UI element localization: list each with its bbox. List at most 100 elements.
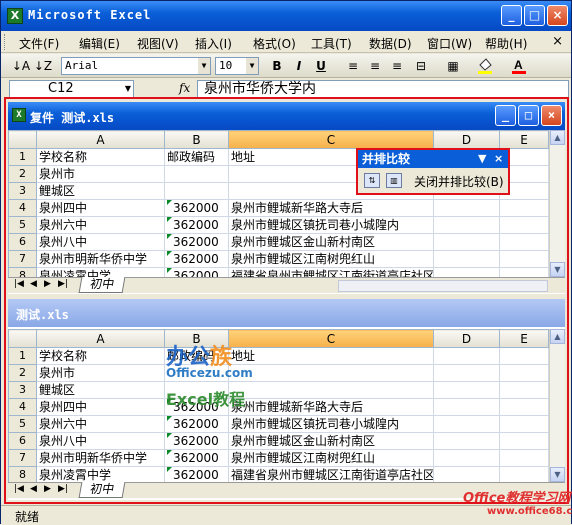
- italic-button[interactable]: I: [291, 57, 307, 75]
- row-header[interactable]: 4: [8, 199, 37, 217]
- borders-icon[interactable]: ▦: [445, 57, 461, 75]
- cell-d[interactable]: [433, 347, 500, 365]
- cell-e[interactable]: [499, 199, 549, 217]
- formula-input[interactable]: 泉州市华侨大学内: [197, 80, 569, 98]
- row-header[interactable]: 7: [8, 449, 37, 467]
- cell-b[interactable]: 362000: [164, 432, 229, 450]
- prev-sheet-icon[interactable]: ◀: [30, 279, 37, 289]
- menu-format[interactable]: 格式(O): [253, 35, 296, 52]
- first-sheet-icon[interactable]: |◀: [14, 279, 24, 289]
- cell-b[interactable]: 邮政编码: [164, 148, 229, 166]
- cell-d[interactable]: [433, 364, 500, 382]
- cell-c[interactable]: 泉州市鲤城区金山新村南区: [228, 233, 434, 251]
- column-header-a[interactable]: A: [36, 130, 165, 149]
- scroll-down-icon[interactable]: ▼: [550, 262, 565, 277]
- cell-c[interactable]: [228, 381, 434, 399]
- cell-c[interactable]: [228, 364, 434, 382]
- row-header[interactable]: 5: [8, 415, 37, 433]
- select-all-corner[interactable]: [8, 329, 37, 348]
- cell-d[interactable]: [433, 250, 500, 268]
- menu-insert[interactable]: 插入(I): [195, 35, 232, 52]
- synchronous-scroll-icon[interactable]: ⇅: [364, 173, 380, 188]
- cell-b[interactable]: 362000: [164, 216, 229, 234]
- column-header-e[interactable]: E: [499, 130, 549, 149]
- cell-c[interactable]: 泉州市鲤城区江南树兜红山: [228, 250, 434, 268]
- cell-a[interactable]: 泉州市: [36, 165, 165, 183]
- horizontal-scrollbar[interactable]: [338, 280, 548, 292]
- menu-view[interactable]: 视图(V): [137, 35, 179, 52]
- cell-e[interactable]: [499, 398, 549, 416]
- next-sheet-icon[interactable]: ▶: [44, 484, 51, 494]
- cell-e[interactable]: [499, 449, 549, 467]
- menu-close-icon[interactable]: ×: [552, 34, 563, 49]
- row-header[interactable]: 6: [8, 233, 37, 251]
- cell-e[interactable]: [499, 216, 549, 234]
- fx-icon[interactable]: fx: [179, 81, 190, 95]
- cell-a[interactable]: 鲤城区: [36, 381, 165, 399]
- cell-c[interactable]: 福建省泉州市鲤城区江南街道亭店社区凌霄路321号: [228, 466, 434, 484]
- cell-d[interactable]: [433, 199, 500, 217]
- cell-a[interactable]: 鲤城区: [36, 182, 165, 200]
- cell-c[interactable]: 地址: [228, 347, 434, 365]
- fill-color-icon[interactable]: [477, 57, 493, 75]
- row-header[interactable]: 2: [8, 165, 37, 183]
- cell-c[interactable]: 泉州市鲤城区镇抚司巷小城隍内: [228, 415, 434, 433]
- next-sheet-icon[interactable]: ▶: [44, 279, 51, 289]
- cell-e[interactable]: [499, 347, 549, 365]
- cell-b[interactable]: 362000: [164, 466, 229, 484]
- cell-a[interactable]: 泉州市: [36, 364, 165, 382]
- name-box[interactable]: C12 ▼: [9, 80, 134, 98]
- column-header-a[interactable]: A: [36, 329, 165, 348]
- vertical-scrollbar[interactable]: ▲ ▼: [549, 329, 565, 482]
- menu-edit[interactable]: 编辑(E): [79, 35, 120, 52]
- vertical-scrollbar[interactable]: ▲ ▼: [549, 130, 565, 277]
- row-header[interactable]: 1: [8, 148, 37, 166]
- cell-d[interactable]: [433, 381, 500, 399]
- align-center-icon[interactable]: ≡: [367, 57, 383, 75]
- maximize-button[interactable]: □: [518, 105, 539, 126]
- cell-d[interactable]: [433, 398, 500, 416]
- cell-d[interactable]: [433, 216, 500, 234]
- row-header[interactable]: 2: [8, 364, 37, 382]
- close-button[interactable]: ×: [547, 5, 568, 26]
- cell-e[interactable]: [499, 364, 549, 382]
- toolbar-grip[interactable]: [4, 34, 7, 50]
- close-compare-button[interactable]: 关闭并排比较(B): [414, 173, 504, 190]
- align-left-icon[interactable]: ≡: [345, 57, 361, 75]
- cell-c[interactable]: 泉州市鲤城区镇抚司巷小城隍内: [228, 216, 434, 234]
- minimize-button[interactable]: _: [501, 5, 522, 26]
- prev-sheet-icon[interactable]: ◀: [30, 484, 37, 494]
- font-name-select[interactable]: Arial ▼: [61, 57, 211, 75]
- menu-help[interactable]: 帮助(H): [485, 35, 527, 52]
- cell-b[interactable]: 362000: [164, 449, 229, 467]
- cell-a[interactable]: 泉州六中: [36, 216, 165, 234]
- cell-e[interactable]: [499, 233, 549, 251]
- cell-a[interactable]: 泉州四中: [36, 199, 165, 217]
- row-header[interactable]: 4: [8, 398, 37, 416]
- cell-a[interactable]: 泉州市明新华侨中学: [36, 250, 165, 268]
- cell-d[interactable]: [433, 233, 500, 251]
- cell-b[interactable]: [164, 182, 229, 200]
- row-header[interactable]: 1: [8, 347, 37, 365]
- maximize-button[interactable]: □: [524, 5, 545, 26]
- cell-c[interactable]: 泉州市鲤城新华路大寺后: [228, 398, 434, 416]
- close-button[interactable]: ×: [541, 105, 562, 126]
- underline-button[interactable]: U: [313, 57, 329, 75]
- row-header[interactable]: 5: [8, 216, 37, 234]
- column-header-e[interactable]: E: [499, 329, 549, 348]
- cell-b[interactable]: 362000: [164, 415, 229, 433]
- column-header-d[interactable]: D: [433, 130, 500, 149]
- cell-e[interactable]: [499, 432, 549, 450]
- bold-button[interactable]: B: [269, 57, 285, 75]
- sheet-tab[interactable]: 初中: [78, 277, 126, 293]
- cell-c[interactable]: 泉州市鲤城区江南树兜红山: [228, 449, 434, 467]
- cell-d[interactable]: [433, 449, 500, 467]
- panel-close-icon[interactable]: ×: [494, 150, 503, 168]
- row-header[interactable]: 8: [8, 466, 37, 484]
- font-color-icon[interactable]: A: [511, 57, 527, 75]
- sort-descending-icon[interactable]: ↓Z: [33, 57, 53, 75]
- last-sheet-icon[interactable]: ▶|: [58, 484, 68, 494]
- cell-a[interactable]: 泉州八中: [36, 233, 165, 251]
- first-sheet-icon[interactable]: |◀: [14, 484, 24, 494]
- cell-d[interactable]: [433, 466, 500, 484]
